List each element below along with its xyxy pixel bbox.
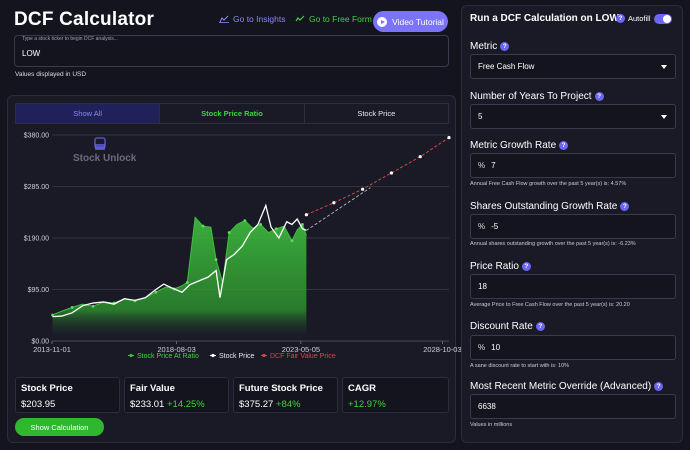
- fair-value-label: Fair Value: [130, 383, 175, 394]
- ratio-point: [185, 281, 189, 284]
- help-icon[interactable]: ?: [559, 140, 569, 150]
- help-icon[interactable]: ?: [500, 41, 510, 51]
- discount-rate-hint: A sane discount rate to start with is: 1…: [470, 363, 570, 369]
- stock-price-card: Stock Price $203.95: [15, 377, 120, 413]
- chevron-down-icon: [661, 115, 667, 119]
- discount-rate-value: 10: [491, 343, 501, 352]
- growth-rate-label: Metric Growth Rate?: [470, 140, 569, 151]
- x-tick-label: 2028-10-03: [423, 345, 461, 354]
- growth-rate-hint: Annual Free Cash Flow growth over the pa…: [470, 181, 627, 187]
- x-tick-label: 2013-11-01: [33, 345, 71, 354]
- override-input[interactable]: 6638: [470, 394, 676, 419]
- y-tick-label: $95.00: [28, 287, 50, 294]
- ratio-point: [201, 224, 205, 228]
- price-ratio-hint: Average Price to Free Cash Flow over the…: [470, 302, 630, 308]
- dcf-point: [361, 187, 365, 191]
- shares-growth-label: Shares Outstanding Growth Rate?: [470, 201, 630, 212]
- help-icon[interactable]: ?: [620, 201, 630, 211]
- y-tick-label: $190.00: [24, 236, 49, 243]
- stock-price-projection-line: [306, 187, 371, 231]
- ratio-point: [290, 239, 294, 243]
- cagr-label: CAGR: [348, 383, 376, 394]
- y-tick-label: $380.00: [24, 133, 49, 140]
- growth-rate-value: 7: [491, 161, 496, 170]
- future-price-value: $375.27 +84%: [239, 399, 301, 410]
- legend-item: Stock Price At Ratio: [137, 353, 199, 360]
- autofill-toggle[interactable]: [654, 14, 672, 24]
- dcf-point: [332, 201, 336, 205]
- dcf-point: [447, 135, 451, 140]
- ratio-point: [154, 290, 158, 294]
- autofill-label: Autofill: [628, 14, 651, 23]
- stock-price-at-ratio-area: [52, 217, 307, 341]
- fair-value-value: $233.01 +14.25%: [130, 399, 205, 410]
- settings-title: Run a DCF Calculation on LOW: [470, 13, 619, 24]
- future-price-pct: +84%: [275, 399, 301, 410]
- cagr-card: CAGR +12.97%: [342, 377, 449, 413]
- future-price-card: Future Stock Price $375.27 +84%: [233, 377, 338, 413]
- ratio-point: [301, 223, 304, 226]
- help-icon[interactable]: ?: [616, 14, 625, 23]
- cagr-value: +12.97%: [348, 399, 386, 410]
- shares-growth-hint: Annual shares outstanding growth over th…: [470, 241, 636, 247]
- years-select-value: 5: [478, 112, 483, 121]
- help-icon[interactable]: ?: [521, 261, 531, 271]
- ratio-point: [243, 219, 247, 223]
- stock-unlock-watermark: Stock Unlock: [73, 137, 137, 164]
- metric-label: Metric?: [470, 41, 510, 52]
- override-label: Most Recent Metric Override (Advanced)?: [470, 381, 664, 392]
- legend-item: Stock Price: [219, 353, 255, 360]
- y-tick-label: $285.00: [24, 184, 49, 191]
- shares-growth-input[interactable]: % -5: [470, 214, 676, 239]
- dcf-fair-value-line: [306, 137, 450, 216]
- ratio-point: [91, 304, 95, 308]
- stock-price-value: $203.95: [21, 399, 56, 410]
- cagr-pct: +12.97%: [348, 399, 386, 410]
- stock-price-label: Stock Price: [21, 383, 73, 394]
- years-select[interactable]: 5: [470, 104, 676, 129]
- override-hint: Values in millions: [470, 422, 513, 428]
- fair-value-card: Fair Value $233.01 +14.25%: [124, 377, 229, 413]
- years-label: Number of Years To Project?: [470, 91, 604, 102]
- autofill-control: ? Autofill: [613, 14, 651, 23]
- growth-rate-input[interactable]: % 7: [470, 153, 676, 178]
- ratio-point: [70, 305, 74, 309]
- future-price-label: Future Stock Price: [239, 383, 323, 394]
- metric-select-value: Free Cash Flow: [478, 62, 535, 71]
- chevron-down-icon: [661, 65, 667, 69]
- price-ratio-input[interactable]: 18: [470, 274, 676, 299]
- ratio-point: [259, 223, 262, 226]
- shares-growth-value: -5: [491, 222, 499, 231]
- help-icon[interactable]: ?: [654, 381, 664, 391]
- percent-prefix: %: [478, 343, 486, 352]
- ratio-point: [274, 227, 278, 231]
- show-calculation-button[interactable]: Show Calculation: [15, 418, 104, 436]
- dcf-point: [418, 155, 422, 159]
- discount-rate-input[interactable]: % 10: [470, 335, 676, 360]
- metric-select[interactable]: Free Cash Flow: [470, 54, 676, 79]
- percent-prefix: %: [478, 161, 486, 170]
- price-ratio-label: Price Ratio?: [470, 261, 531, 272]
- override-value: 6638: [478, 402, 496, 411]
- price-ratio-value: 18: [478, 282, 487, 291]
- ratio-point: [214, 258, 218, 262]
- svg-text:Stock Unlock: Stock Unlock: [73, 153, 137, 164]
- percent-prefix: %: [478, 222, 486, 231]
- discount-rate-label: Discount Rate?: [470, 321, 545, 332]
- help-icon[interactable]: ?: [535, 321, 545, 331]
- dcf-point: [304, 213, 308, 217]
- ratio-point: [227, 231, 231, 234]
- legend-item: DCF Fair Value Price: [270, 353, 336, 360]
- dcf-point: [389, 171, 394, 175]
- help-icon[interactable]: ?: [594, 91, 604, 101]
- fair-value-pct: +14.25%: [166, 399, 205, 410]
